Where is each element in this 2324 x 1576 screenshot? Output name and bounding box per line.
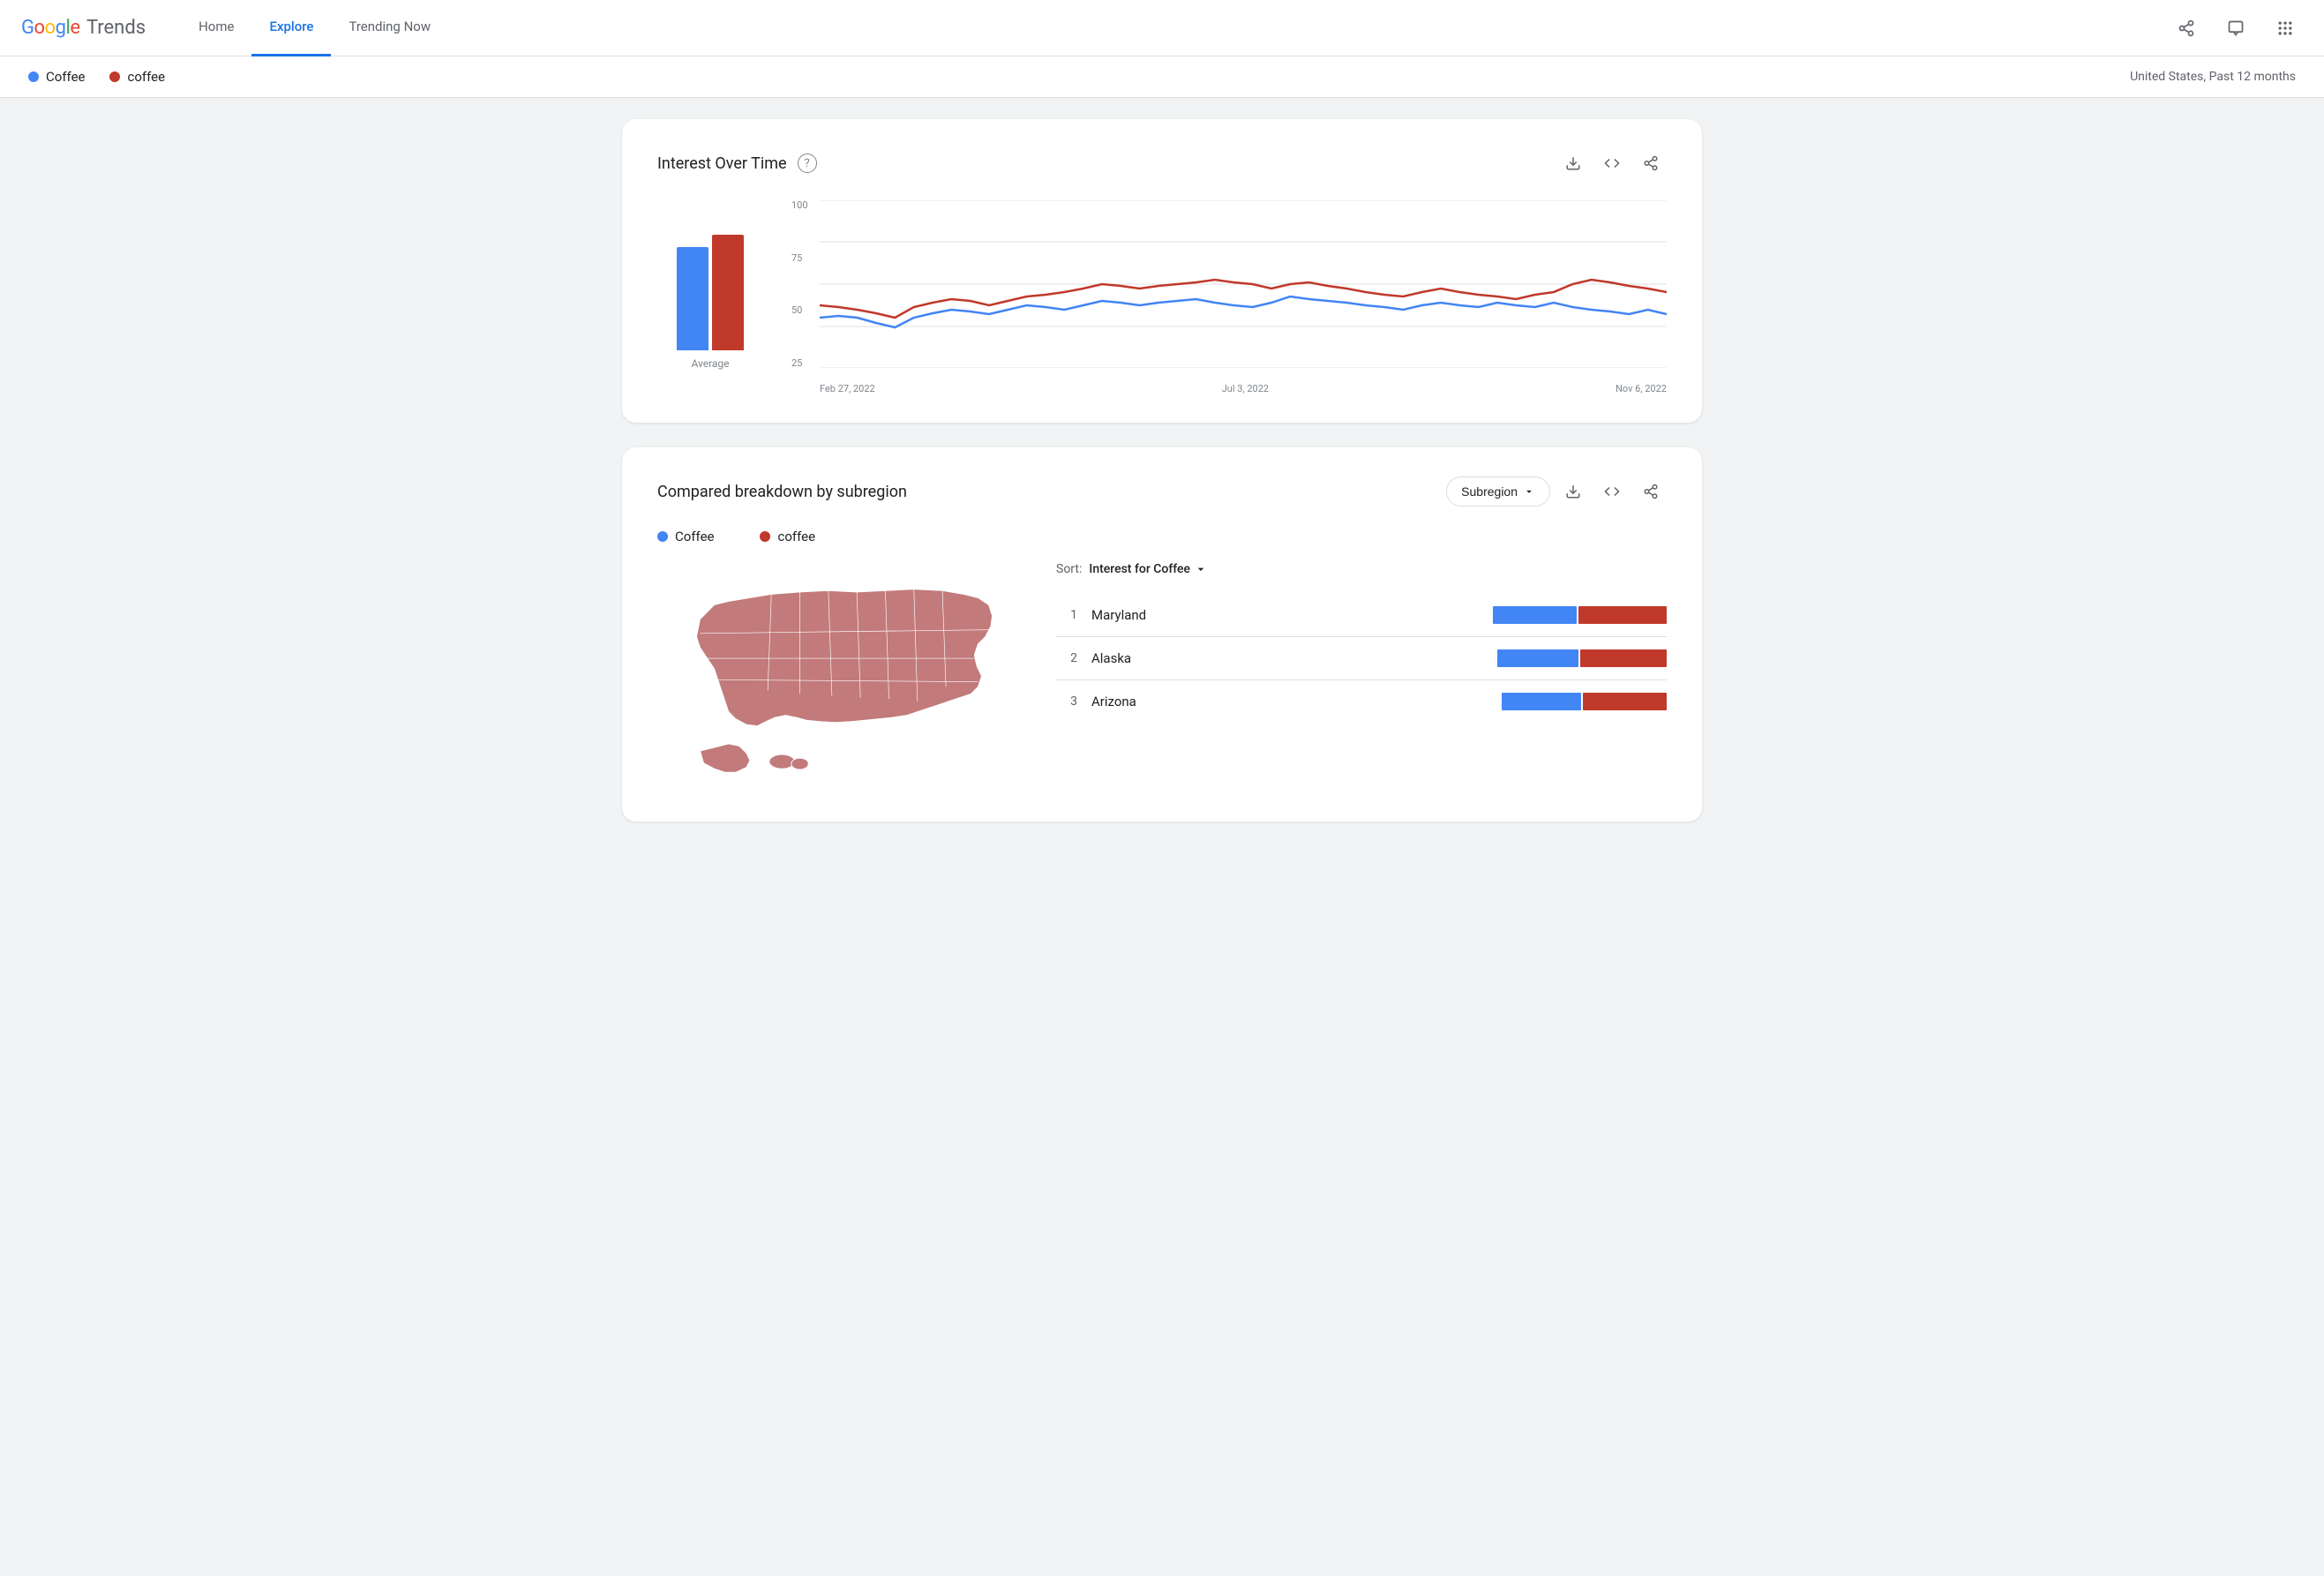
download-icon-button[interactable]: [1557, 147, 1589, 179]
header-right: [2169, 11, 2303, 46]
subregion-legend-coffee-lower: coffee: [760, 529, 815, 544]
sort-label: Sort:: [1056, 562, 1082, 576]
rank-bar-red-alaska: [1580, 649, 1667, 667]
avg-bar-blue: [677, 247, 708, 350]
legend-coffee-lower: coffee: [109, 69, 165, 85]
rank-bar-red-maryland: [1578, 606, 1667, 624]
rank-row-arizona: 3 Arizona: [1056, 680, 1667, 723]
avg-label: Average: [691, 357, 729, 370]
header: Google Trends Home Explore Trending Now: [0, 0, 2324, 56]
y-label-25: 25: [791, 358, 818, 368]
rank-name-arizona: Arizona: [1091, 694, 1488, 709]
avg-bar-red: [712, 235, 744, 350]
rank-bars-alaska: [1497, 649, 1667, 667]
subregion-legend-coffee-cap: Coffee: [657, 529, 714, 544]
map-section: [657, 562, 1028, 793]
rank-name-maryland: Maryland: [1091, 607, 1479, 623]
sort-chevron-icon: [1194, 562, 1208, 576]
x-label-nov: Nov 6, 2022: [1616, 383, 1667, 394]
coffee-lower-dot: [109, 71, 120, 82]
usa-map-svg: [657, 562, 1028, 790]
chart-main: 100 75 50 25: [791, 200, 1667, 394]
chevron-down-icon: [1523, 485, 1535, 498]
subregion-label-blue: Coffee: [675, 529, 714, 544]
subregion-legend: Coffee coffee: [657, 529, 1667, 544]
main-content: Interest Over Time ?: [580, 98, 1744, 867]
sort-value: Interest for Coffee: [1089, 562, 1190, 576]
card-actions-iot: [1557, 147, 1667, 179]
rank-row-alaska: 2 Alaska: [1056, 637, 1667, 680]
card-title-group: Interest Over Time ?: [657, 154, 817, 173]
chart-container: Average 100 75 50 25: [657, 200, 1667, 394]
rank-num-1: 1: [1056, 608, 1077, 622]
x-label-jul: Jul 3, 2022: [1222, 383, 1269, 394]
legend-bar: Coffee coffee United States, Past 12 mon…: [0, 56, 2324, 98]
help-icon[interactable]: ?: [798, 154, 817, 173]
share-subregion-icon-button[interactable]: [1635, 476, 1667, 507]
rank-bar-red-arizona: [1583, 693, 1667, 710]
subregion-dropdown-label: Subregion: [1461, 484, 1518, 499]
rank-bars-maryland: [1493, 606, 1667, 624]
card-title-iot: Interest Over Time: [657, 154, 787, 173]
card-title-subregion: Compared breakdown by subregion: [657, 483, 907, 501]
x-label-feb: Feb 27, 2022: [820, 383, 875, 394]
rank-num-2: 2: [1056, 651, 1077, 665]
sort-dropdown[interactable]: Interest for Coffee: [1089, 562, 1208, 576]
subregion-label-red: coffee: [777, 529, 815, 544]
card-header-iot: Interest Over Time ?: [657, 147, 1667, 179]
feedback-icon-button[interactable]: [2218, 11, 2253, 46]
subregion-dropdown-button[interactable]: Subregion: [1446, 477, 1550, 507]
nav-home[interactable]: Home: [181, 0, 251, 56]
rank-name-alaska: Alaska: [1091, 650, 1483, 666]
region-label: United States, Past 12 months: [2130, 70, 2296, 84]
logo[interactable]: Google Trends: [21, 17, 146, 39]
subregion-card: Compared breakdown by subregion Subregio…: [622, 447, 1702, 822]
coffee-cap-dot: [28, 71, 39, 82]
y-label-100: 100: [791, 200, 818, 210]
apps-icon-button[interactable]: [2268, 11, 2303, 46]
legend-coffee-cap: Coffee: [28, 69, 85, 85]
logo-trends: Trends: [81, 17, 146, 39]
coffee-cap-label: Coffee: [46, 69, 85, 85]
card-actions-subregion: Subregion: [1446, 476, 1667, 507]
subregion-body: Sort: Interest for Coffee 1 Maryland: [657, 562, 1667, 793]
main-nav: Home Explore Trending Now: [181, 0, 448, 56]
nav-trending-now[interactable]: Trending Now: [331, 0, 448, 56]
list-section: Sort: Interest for Coffee 1 Maryland: [1056, 562, 1667, 793]
logo-google: Google: [21, 17, 79, 39]
share-icon-button[interactable]: [2169, 11, 2204, 46]
nav-explore[interactable]: Explore: [251, 0, 331, 56]
y-label-50: 50: [791, 305, 818, 315]
red-line: [820, 280, 1667, 318]
avg-bars: [677, 209, 744, 350]
rank-table: 1 Maryland 2 Alaska: [1056, 594, 1667, 723]
sort-row: Sort: Interest for Coffee: [1056, 562, 1667, 576]
rank-bar-blue-arizona: [1502, 693, 1581, 710]
subregion-dot-blue: [657, 531, 668, 542]
rank-num-3: 3: [1056, 694, 1077, 709]
card-header-subregion: Compared breakdown by subregion Subregio…: [657, 476, 1667, 507]
subregion-dot-red: [760, 531, 770, 542]
rank-bars-arizona: [1502, 693, 1667, 710]
rank-bar-blue-alaska: [1497, 649, 1578, 667]
download-subregion-icon-button[interactable]: [1557, 476, 1589, 507]
rank-row-maryland: 1 Maryland: [1056, 594, 1667, 637]
embed-subregion-icon-button[interactable]: [1596, 476, 1628, 507]
x-labels: Feb 27, 2022 Jul 3, 2022 Nov 6, 2022: [820, 383, 1667, 394]
embed-icon-button[interactable]: [1596, 147, 1628, 179]
chart-average: Average: [657, 209, 763, 394]
rank-bar-blue-maryland: [1493, 606, 1577, 624]
line-chart-svg: [820, 200, 1667, 368]
share-chart-icon-button[interactable]: [1635, 147, 1667, 179]
interest-over-time-card: Interest Over Time ?: [622, 119, 1702, 423]
y-label-75: 75: [791, 253, 818, 263]
chart-area: 100 75 50 25: [791, 200, 1667, 394]
coffee-lower-label: coffee: [127, 69, 165, 85]
